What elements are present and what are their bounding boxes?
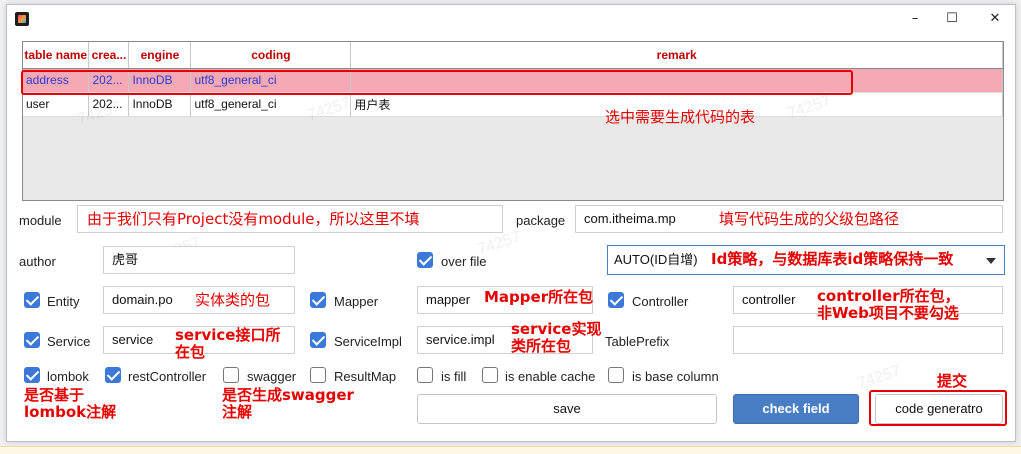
module-label: module (19, 213, 62, 228)
swagger-annotation-line2: 注解 (222, 403, 253, 421)
selected-row-highlight (21, 70, 853, 95)
lombok-annotation-line2: lombok注解 (24, 403, 117, 421)
intellij-app-icon (15, 12, 29, 26)
is-base-column-label: is base column (632, 369, 719, 384)
chevron-down-icon (986, 258, 996, 264)
column-header[interactable]: engine (128, 42, 192, 69)
close-button[interactable]: ✕ (980, 9, 1010, 29)
swagger-checkbox[interactable] (223, 367, 239, 383)
rest-controller-checkbox[interactable] (105, 367, 121, 383)
is-enable-cache-checkbox[interactable] (482, 367, 498, 383)
controller-value: controller (742, 292, 796, 307)
submit-annotation: 提交 (937, 372, 968, 390)
service-label: Service (47, 334, 91, 349)
author-input[interactable]: 虎哥 (103, 246, 295, 274)
entity-label: Entity (47, 294, 80, 309)
serviceimpl-annotation-line1: service实现 (511, 320, 602, 338)
controller-annotation-line2: 非Web项目不要勾选 (817, 304, 959, 322)
module-annotation: 由于我们只有Project没有module，所以这里不填 (87, 210, 420, 228)
column-header[interactable]: table name (23, 42, 90, 69)
maximize-button[interactable]: ☐ (937, 9, 967, 29)
watermark: 74257 (855, 362, 903, 393)
table-prefix-input[interactable] (733, 326, 1003, 354)
package-value: com.itheima.mp (584, 211, 676, 226)
over-file-checkbox[interactable] (417, 252, 433, 268)
table-row[interactable]: user 202... InnoDB utf8_general_ci 用户表 (23, 92, 1003, 117)
is-fill-label: is fill (441, 369, 467, 384)
check-field-button[interactable]: check field (733, 394, 859, 424)
select-table-annotation: 选中需要生成代码的表 (605, 108, 756, 126)
id-type-value: AUTO(ID自增) (614, 252, 698, 267)
serviceimpl-value: service.impl (426, 332, 495, 347)
minimize-button[interactable]: – (900, 9, 930, 29)
lombok-checkbox[interactable] (24, 367, 40, 383)
table-header-row: table name crea... engine coding remark (23, 42, 1003, 69)
column-header[interactable]: remark (350, 42, 1003, 69)
table-prefix-label: TablePrefix (605, 334, 670, 349)
table-cell: InnoDB (128, 92, 192, 117)
result-map-checkbox[interactable] (310, 367, 326, 383)
mapper-checkbox[interactable] (310, 292, 326, 308)
is-fill-checkbox[interactable] (417, 367, 433, 383)
swagger-label: swagger (247, 369, 297, 384)
serviceimpl-label: ServiceImpl (334, 334, 402, 349)
mapper-annotation: Mapper所在包 (484, 288, 594, 306)
lombok-annotation-line1: 是否基于 (24, 386, 85, 404)
service-annotation-line2: 在包 (175, 343, 206, 361)
is-enable-cache-label: is enable cache (505, 369, 596, 384)
mapper-label: Mapper (334, 294, 379, 309)
is-base-column-checkbox[interactable] (608, 367, 624, 383)
result-map-label: ResultMap (334, 369, 397, 384)
author-label: author (19, 254, 56, 269)
rest-controller-label: restController (128, 369, 207, 384)
bottom-strip (0, 446, 1021, 454)
controller-checkbox[interactable] (608, 292, 624, 308)
column-header[interactable]: coding (190, 42, 352, 69)
column-header[interactable]: crea... (88, 42, 130, 69)
service-value: service (112, 332, 154, 347)
package-label: package (516, 213, 566, 228)
serviceimpl-annotation-line2: 类所在包 (511, 337, 572, 355)
lombok-label: lombok (47, 369, 89, 384)
title-bar: – ☐ ✕ (7, 5, 1015, 33)
swagger-annotation-line1: 是否生成swagger (222, 386, 354, 404)
service-annotation-line1: service接口所 (175, 326, 281, 344)
service-checkbox[interactable] (24, 332, 40, 348)
over-file-label: over file (441, 254, 487, 269)
mapper-value: mapper (426, 292, 471, 307)
entity-value: domain.po (112, 292, 173, 307)
package-annotation: 填写代码生成的父级包路径 (719, 210, 900, 228)
author-value: 虎哥 (112, 252, 139, 267)
controller-label: Controller (632, 294, 689, 309)
entity-annotation: 实体类的包 (195, 291, 271, 309)
entity-checkbox[interactable] (24, 292, 40, 308)
generator-button-highlight (869, 390, 1007, 426)
serviceimpl-checkbox[interactable] (310, 332, 326, 348)
controller-annotation-line1: controller所在包， (817, 287, 960, 305)
save-button[interactable]: save (417, 394, 717, 424)
generator-window: – ☐ ✕ table name crea... engine coding r… (6, 4, 1016, 442)
id-annotation: Id策略，与数据库表id策略保持一致 (711, 250, 954, 268)
table-list: table name crea... engine coding remark … (22, 41, 1004, 201)
